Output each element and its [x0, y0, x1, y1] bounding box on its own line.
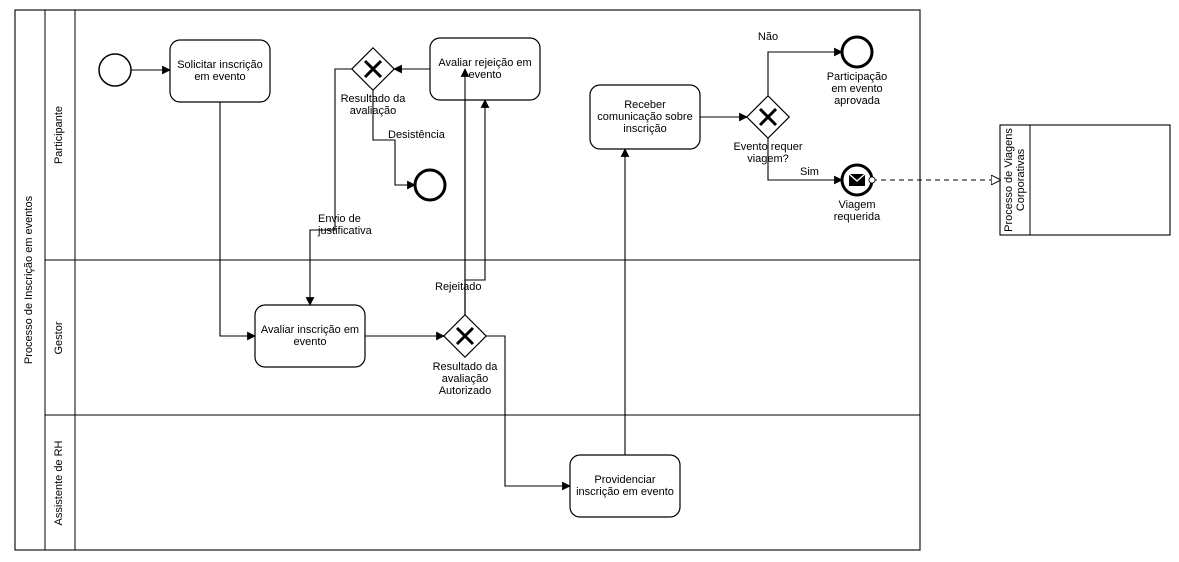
task-avaliar-rejeicao-label: Avaliar rejeição em evento	[432, 40, 538, 98]
end-viagem-l1: Viagem	[838, 199, 875, 211]
gateway-g2: Resultado da avaliação	[433, 315, 499, 385]
gateway-g2-label-1: Resultado da	[433, 361, 499, 373]
task-avaliar-inscricao: Avaliar inscrição em evento	[255, 305, 365, 367]
flow-nao-label: Não	[758, 31, 778, 43]
flow-desistencia-label: Desistência	[388, 129, 446, 141]
end-viagem-l2: requerida	[834, 211, 881, 223]
bpmn-diagram: Processo de Inscrição em eventos Partici…	[0, 0, 1179, 562]
gateway-g2-label-2: avaliação	[442, 373, 488, 385]
task-avaliar-inscricao-label: Avaliar inscrição em evento	[257, 307, 363, 365]
lane-3-title: Assistente de RH	[53, 440, 65, 525]
lane-2-title: Gestor	[53, 321, 65, 354]
ext-pool-title-2: Corporativas	[1015, 148, 1027, 211]
end-aprovada-l3: aprovada	[834, 95, 881, 107]
start-event	[99, 54, 131, 86]
task-receber-label: Receber comunicação sobre inscrição	[592, 87, 698, 147]
flow-solicitar-avaliar	[220, 102, 255, 336]
flow-g2-autorizado	[486, 336, 570, 486]
task-providenciar: Providenciar inscrição em evento	[570, 455, 680, 517]
end-aprovada-l1: Participação	[827, 71, 888, 83]
end-event-viagem: Viagem requerida	[834, 165, 881, 223]
end-event-desistencia	[415, 170, 445, 200]
task-solicitar: Solicitar inscrição em evento	[170, 40, 270, 102]
lane-1-title: Participante	[53, 106, 65, 164]
flow-sim-label: Sim	[800, 166, 819, 178]
end-aprovada-l2: em evento	[831, 83, 882, 95]
pool-title: Processo de Inscrição em eventos	[23, 195, 35, 364]
task-solicitar-label: Solicitar inscrição em evento	[172, 42, 268, 100]
flow-autorizado-label: Autorizado	[439, 385, 492, 397]
task-providenciar-label: Providenciar inscrição em evento	[572, 457, 678, 515]
pool-external: Processo de Viagens Corporativas	[1000, 125, 1170, 235]
ext-pool-title-1: Processo de Viagens	[1003, 128, 1015, 232]
flow-rejeitado-label: Rejeitado	[435, 281, 481, 293]
flow-envio-l1: Envio de	[318, 213, 361, 225]
task-avaliar-rejeicao: Avaliar rejeição em evento	[430, 38, 540, 100]
end-event-aprovada: Participação em evento aprovada	[827, 37, 888, 107]
task-receber: Receber comunicação sobre inscrição	[590, 85, 700, 149]
flow-envio-l2: justificativa	[317, 225, 373, 237]
